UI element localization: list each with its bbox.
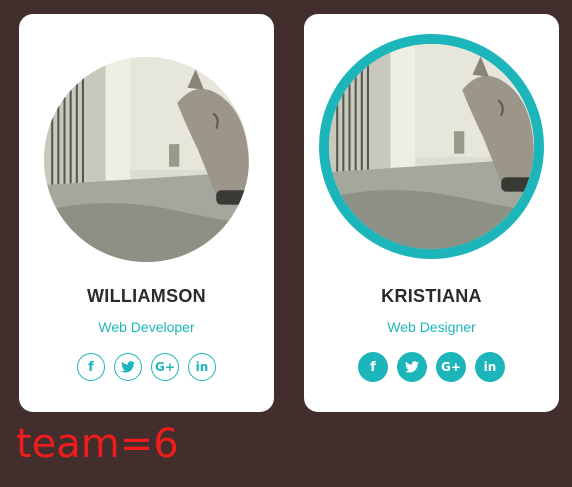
- member-role: Web Developer: [98, 319, 195, 335]
- member-name: KRISTIANA: [381, 286, 482, 306]
- team-count-label: team=6: [16, 421, 179, 467]
- team-member-card-williamson: WILLIAMSON Web Developer f G+ in: [19, 14, 274, 412]
- google-plus-icon[interactable]: G+: [436, 352, 466, 382]
- member-name: WILLIAMSON: [87, 286, 206, 306]
- social-links: f G+ in: [19, 353, 274, 381]
- google-plus-icon[interactable]: G+: [151, 353, 179, 381]
- twitter-icon[interactable]: [397, 352, 427, 382]
- member-role: Web Designer: [387, 319, 476, 335]
- member-photo: [319, 34, 544, 259]
- member-photo: [44, 57, 249, 262]
- linkedin-icon[interactable]: in: [475, 352, 505, 382]
- facebook-icon[interactable]: f: [77, 353, 105, 381]
- linkedin-icon[interactable]: in: [188, 353, 216, 381]
- twitter-icon[interactable]: [114, 353, 142, 381]
- facebook-icon[interactable]: f: [358, 352, 388, 382]
- social-links: f G+ in: [304, 352, 559, 382]
- team-member-card-kristiana: KRISTIANA Web Designer f G+ in: [304, 14, 559, 412]
